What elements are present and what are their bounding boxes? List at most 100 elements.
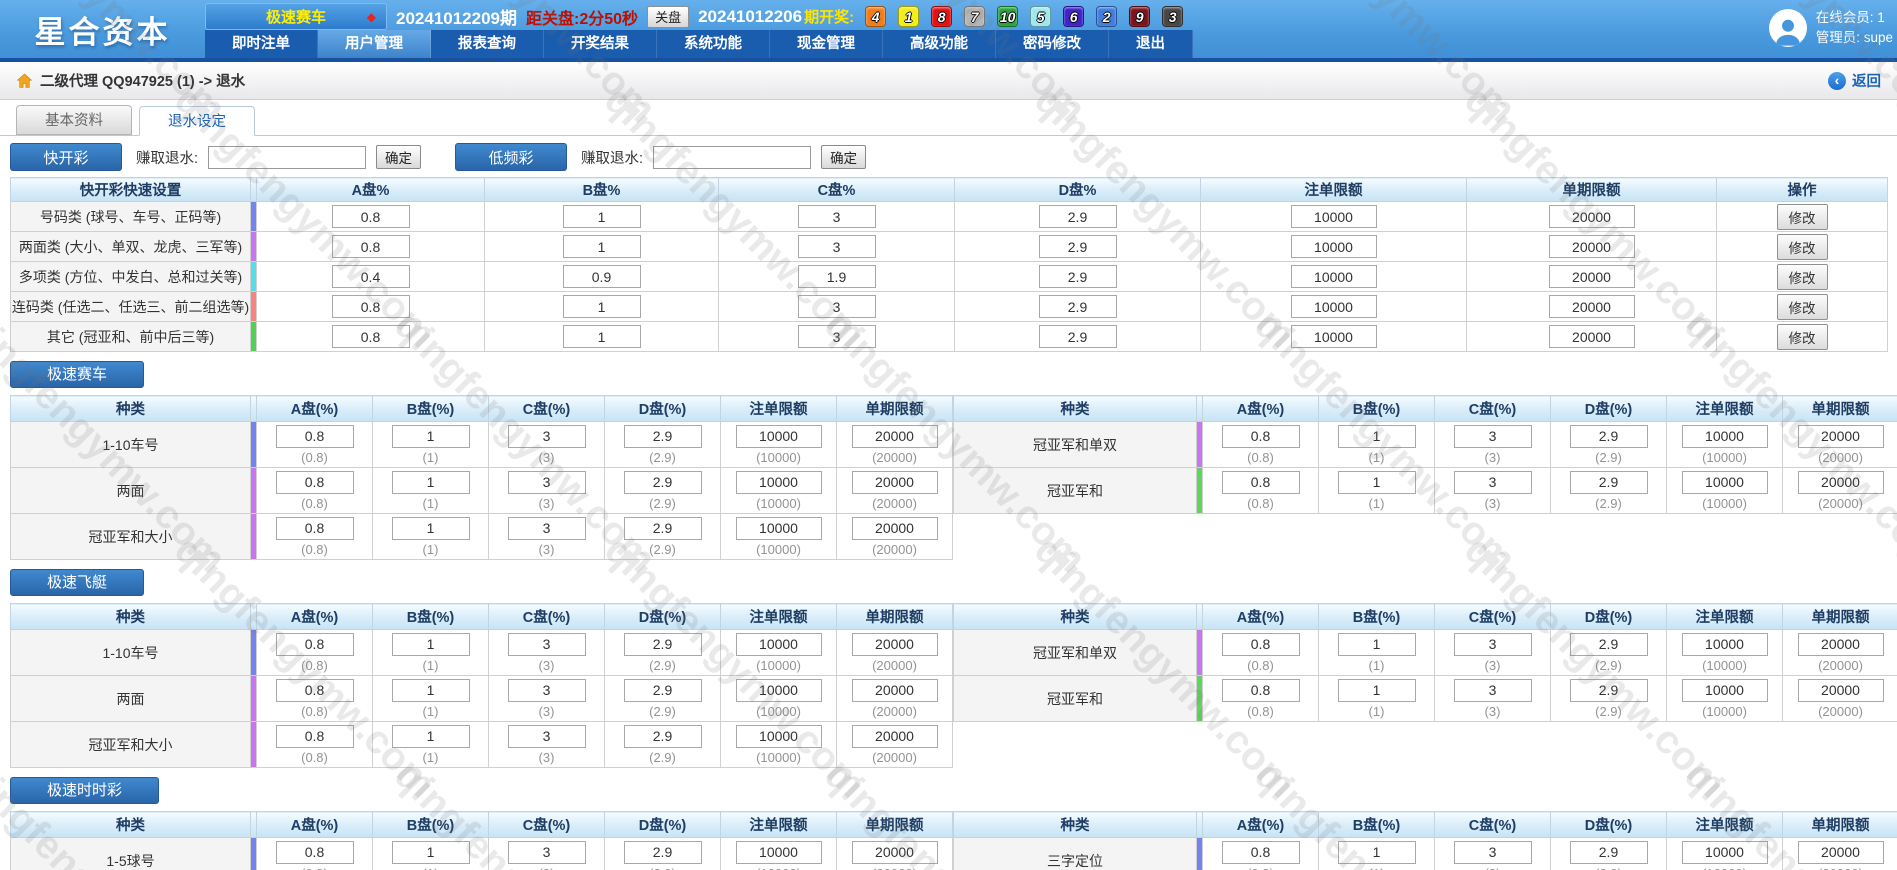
nav-item[interactable]: 用户管理 (318, 30, 431, 58)
low-freq-lottery-button[interactable]: 低频彩 (455, 143, 567, 171)
odds-input[interactable] (798, 295, 876, 318)
nav-item[interactable]: 系统功能 (657, 30, 770, 58)
odds-input[interactable] (1338, 633, 1416, 656)
limit-input[interactable] (736, 425, 822, 448)
odds-input[interactable] (798, 235, 876, 258)
limit-input[interactable] (1549, 205, 1635, 228)
game-selector[interactable]: 极速赛车 ◆ (205, 3, 387, 30)
nav-item[interactable]: 高级功能 (883, 30, 996, 58)
odds-input[interactable] (508, 725, 586, 748)
odds-input[interactable] (1454, 425, 1532, 448)
odds-input[interactable] (332, 235, 410, 258)
limit-input[interactable] (852, 517, 938, 540)
limit-input[interactable] (1682, 841, 1768, 864)
odds-input[interactable] (624, 517, 702, 540)
limit-input[interactable] (736, 633, 822, 656)
odds-input[interactable] (332, 265, 410, 288)
nav-item[interactable]: 即时注单 (205, 30, 318, 58)
limit-input[interactable] (1549, 265, 1635, 288)
limit-input[interactable] (1682, 633, 1768, 656)
odds-input[interactable] (624, 425, 702, 448)
limit-input[interactable] (1291, 205, 1377, 228)
odds-input[interactable] (1454, 841, 1532, 864)
rebate-input-lowfreq[interactable] (653, 146, 811, 169)
confirm-button-lowfreq[interactable]: 确定 (821, 145, 866, 169)
odds-input[interactable] (1039, 295, 1117, 318)
modify-button[interactable]: 修改 (1777, 264, 1828, 290)
odds-input[interactable] (1570, 471, 1648, 494)
nav-item[interactable]: 开奖结果 (544, 30, 657, 58)
limit-input[interactable] (1291, 265, 1377, 288)
odds-input[interactable] (332, 205, 410, 228)
odds-input[interactable] (508, 425, 586, 448)
odds-input[interactable] (1222, 841, 1300, 864)
odds-input[interactable] (563, 235, 641, 258)
odds-input[interactable] (1222, 633, 1300, 656)
modify-button[interactable]: 修改 (1777, 204, 1828, 230)
limit-input[interactable] (852, 679, 938, 702)
odds-input[interactable] (798, 265, 876, 288)
limit-input[interactable] (1682, 425, 1768, 448)
tab-basic-info[interactable]: 基本资料 (16, 105, 132, 135)
odds-input[interactable] (276, 425, 354, 448)
limit-input[interactable] (852, 725, 938, 748)
odds-input[interactable] (508, 471, 586, 494)
limit-input[interactable] (736, 471, 822, 494)
limit-input[interactable] (852, 425, 938, 448)
close-plate-button[interactable]: 关盘 (647, 6, 689, 28)
odds-input[interactable] (276, 471, 354, 494)
odds-input[interactable] (392, 679, 470, 702)
nav-item[interactable]: 现金管理 (770, 30, 883, 58)
odds-input[interactable] (1222, 471, 1300, 494)
nav-item[interactable]: 退出 (1109, 30, 1193, 58)
odds-input[interactable] (1039, 265, 1117, 288)
limit-input[interactable] (1549, 325, 1635, 348)
limit-input[interactable] (1291, 325, 1377, 348)
odds-input[interactable] (276, 725, 354, 748)
section-button[interactable]: 极速赛车 (10, 361, 144, 388)
odds-input[interactable] (1039, 235, 1117, 258)
limit-input[interactable] (1291, 235, 1377, 258)
odds-input[interactable] (624, 725, 702, 748)
limit-input[interactable] (852, 841, 938, 864)
odds-input[interactable] (1222, 679, 1300, 702)
odds-input[interactable] (1338, 679, 1416, 702)
odds-input[interactable] (563, 265, 641, 288)
odds-input[interactable] (1338, 425, 1416, 448)
limit-input[interactable] (1549, 295, 1635, 318)
odds-input[interactable] (1039, 325, 1117, 348)
quick-lottery-button[interactable]: 快开彩 (10, 143, 122, 171)
limit-input[interactable] (1798, 679, 1884, 702)
odds-input[interactable] (276, 841, 354, 864)
odds-input[interactable] (1338, 841, 1416, 864)
odds-input[interactable] (392, 517, 470, 540)
rebate-input-quick[interactable] (208, 146, 366, 169)
odds-input[interactable] (1338, 471, 1416, 494)
modify-button[interactable]: 修改 (1777, 234, 1828, 260)
nav-item[interactable]: 报表查询 (431, 30, 544, 58)
limit-input[interactable] (1798, 633, 1884, 656)
odds-input[interactable] (508, 679, 586, 702)
limit-input[interactable] (736, 679, 822, 702)
odds-input[interactable] (563, 205, 641, 228)
limit-input[interactable] (1798, 425, 1884, 448)
section-button[interactable]: 极速飞艇 (10, 569, 144, 596)
section-button[interactable]: 极速时时彩 (10, 777, 159, 804)
odds-input[interactable] (1570, 425, 1648, 448)
odds-input[interactable] (563, 295, 641, 318)
odds-input[interactable] (1039, 205, 1117, 228)
odds-input[interactable] (798, 205, 876, 228)
modify-button[interactable]: 修改 (1777, 324, 1828, 350)
odds-input[interactable] (798, 325, 876, 348)
limit-input[interactable] (736, 725, 822, 748)
odds-input[interactable] (392, 633, 470, 656)
odds-input[interactable] (1222, 425, 1300, 448)
odds-input[interactable] (1570, 841, 1648, 864)
limit-input[interactable] (1291, 295, 1377, 318)
odds-input[interactable] (508, 633, 586, 656)
odds-input[interactable] (392, 725, 470, 748)
tab-rebate-settings[interactable]: 退水设定 (139, 106, 255, 136)
limit-input[interactable] (736, 841, 822, 864)
odds-input[interactable] (624, 679, 702, 702)
odds-input[interactable] (1454, 633, 1532, 656)
